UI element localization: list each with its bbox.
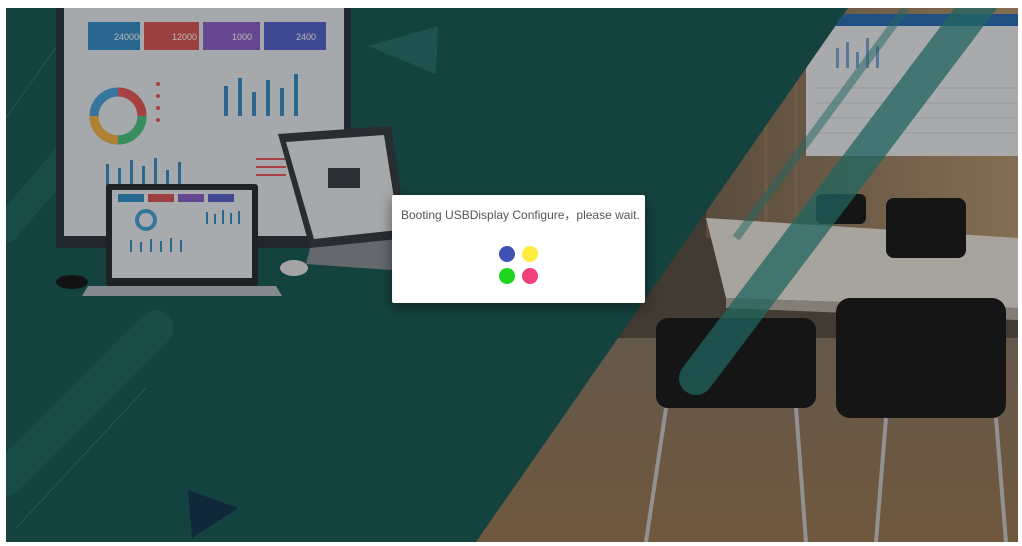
spinner-dot-yellow: [522, 246, 538, 262]
spinner-dot-blue: [499, 246, 515, 262]
dialog-message: Booting USBDisplay Configure，please wait…: [401, 208, 641, 222]
spinner-dot-pink: [522, 268, 538, 284]
screen-frame: 240000 12000 1000 2400 Booting USBDisplay C…: [6, 8, 1018, 542]
loading-spinner-icon: [499, 246, 539, 286]
boot-progress-dialog: Booting USBDisplay Configure，please wait…: [392, 195, 645, 303]
spinner-dot-green: [499, 268, 515, 284]
